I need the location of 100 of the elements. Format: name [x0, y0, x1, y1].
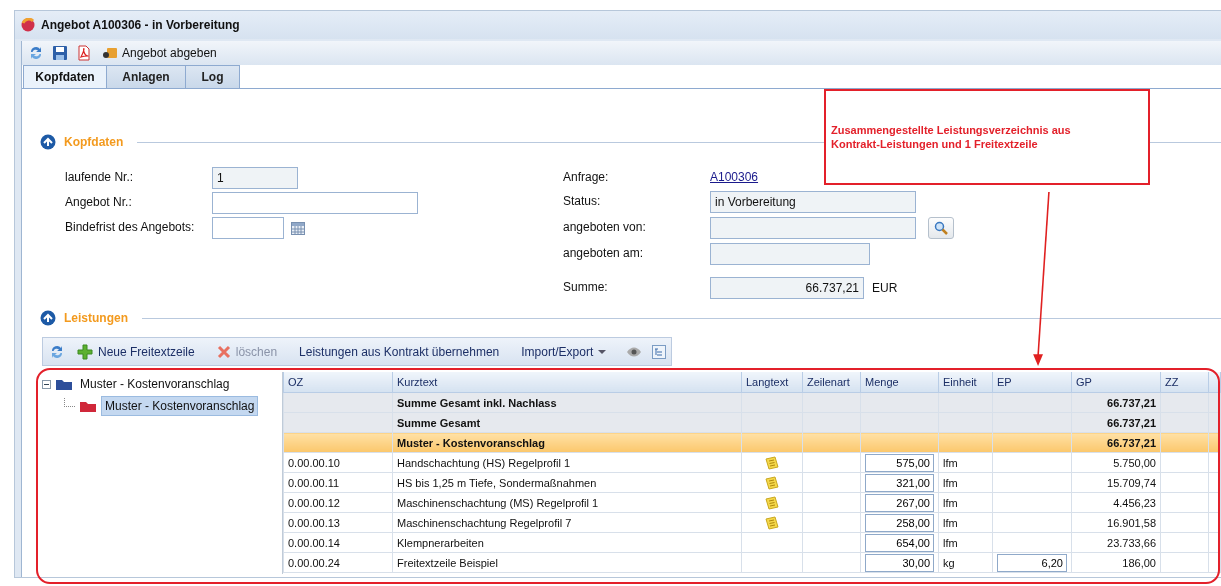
item-row[interactable]: 0.00.00.10 Handschachtung (HS) Regelprofil 1 575,00 lfm 5.750,00 [283, 452, 1221, 473]
table-cell: 23.733,66 [1107, 536, 1156, 549]
table-cell: kg [943, 556, 955, 569]
column-header[interactable]: Zeilenart [802, 372, 861, 393]
app-logo-icon [21, 18, 35, 32]
table-cell: Maschinenschachtung (MS) Regelprofil 1 [397, 496, 599, 509]
table-cell: 0.00.00.24 [288, 556, 340, 569]
input-field[interactable]: 575,00 [865, 453, 934, 472]
input-field[interactable] [212, 217, 284, 239]
table-cell: 0.00.00.10 [288, 456, 340, 469]
column-header[interactable]: Langtext [741, 372, 803, 393]
field-label: Summe: [563, 279, 609, 294]
table-cell: 186,00 [1122, 556, 1156, 569]
refresh-icon[interactable] [28, 45, 44, 61]
pdf-icon[interactable] [76, 45, 92, 61]
import-contract-button[interactable]: Leistungen aus Kontrakt übernehmen [297, 344, 502, 359]
refresh-icon[interactable] [49, 343, 65, 360]
table-cell: Muster - Kostenvoranschlag [397, 436, 545, 449]
field-label: angeboten von: [563, 219, 647, 234]
note-icon[interactable] [765, 495, 779, 510]
item-row[interactable]: 0.00.00.24 Freitextzeile Beispiel 30,00 kg 6,20 186,00 [283, 552, 1221, 573]
table-cell: 4.456,23 [1113, 496, 1156, 509]
note-icon[interactable] [765, 455, 779, 470]
table-cell: Handschachtung (HS) Regelprofil 1 [397, 456, 571, 469]
table-cell: 5.750,00 [1113, 456, 1156, 469]
table-cell: Freitextzeile Beispiel [397, 556, 498, 569]
column-header[interactable]: GP [1071, 372, 1161, 393]
column-header[interactable]: EP [992, 372, 1072, 393]
table-cell: lfm [943, 516, 958, 529]
caret-icon[interactable] [598, 348, 607, 355]
input-field[interactable]: 321,00 [865, 473, 934, 492]
column-header[interactable]: Menge [860, 372, 939, 393]
table-cell: 0.00.00.13 [288, 516, 340, 529]
request-link[interactable]: A100306 [710, 167, 759, 184]
table-cell: lfm [943, 476, 958, 489]
input-field[interactable] [710, 217, 916, 239]
input-field[interactable]: in Vorbereitung [710, 191, 916, 213]
field-label: Status: [563, 193, 602, 208]
table-cell: lfm [943, 536, 958, 549]
table-cell: lfm [943, 496, 958, 509]
field-label: Angebot Nr.: [65, 194, 133, 209]
field-label: laufende Nr.: [65, 169, 135, 184]
table-cell: Klempnerarbeiten [397, 536, 484, 549]
collapse-icon[interactable] [40, 134, 56, 150]
input-field[interactable]: 258,00 [865, 513, 934, 532]
note-icon[interactable] [765, 515, 779, 530]
input-field[interactable]: 654,00 [865, 533, 934, 552]
collapse-icon[interactable] [40, 310, 56, 326]
input-field[interactable]: 66.737,21 [710, 277, 864, 299]
column-header[interactable]: ZZ [1160, 372, 1209, 393]
input-field[interactable]: 6,20 [997, 553, 1067, 572]
item-row[interactable]: 0.00.00.14 Klempnerarbeiten 654,00 lfm 23.733,66 [283, 532, 1221, 553]
field-label: Bindefrist des Angebots: [65, 219, 196, 234]
table-cell: 0.00.00.11 [288, 476, 340, 489]
input-field[interactable]: 30,00 [865, 553, 934, 572]
collapse-icon[interactable] [42, 379, 51, 389]
field-label: Anfrage: [563, 169, 610, 184]
input-field[interactable] [212, 192, 418, 214]
note-icon[interactable] [765, 475, 779, 490]
table-cell: HS bis 1,25 m Tiefe, Sondermaßnahmen [397, 476, 597, 489]
plus-icon[interactable] [77, 343, 93, 360]
save-icon[interactable] [52, 45, 68, 61]
currency-label: EUR [872, 281, 898, 295]
submit-offer-button[interactable]: Angebot abgeben [100, 45, 219, 61]
tree-item[interactable]: Muster - Kostenvoranschlag [101, 396, 259, 416]
input-field[interactable]: 1 [212, 167, 298, 189]
input-field[interactable] [710, 243, 870, 265]
tab[interactable]: Log [185, 65, 240, 88]
tab[interactable]: Anlagen [106, 65, 186, 88]
section-title: Leistungen [64, 311, 128, 325]
column-header[interactable]: Einheit [938, 372, 993, 393]
tree-view-icon[interactable] [652, 344, 667, 359]
table-cell: 15.709,74 [1107, 476, 1156, 489]
eye-icon[interactable] [626, 345, 643, 358]
item-row[interactable]: 0.00.00.11 HS bis 1,25 m Tiefe, Sondermaßnahmen 321,00 lfm 15.709,74 [283, 472, 1221, 493]
search-icon [934, 221, 948, 235]
item-row[interactable]: 0.00.00.12 Maschinenschachtung (MS) Regelprofil 1 267,00 lfm 4.456,23 [283, 492, 1221, 513]
tree-item[interactable]: Muster - Kostenvoranschlag [77, 375, 233, 393]
calendar-icon[interactable] [291, 221, 305, 235]
total-row[interactable]: Summe Gesamt 66.737,21 [283, 412, 1221, 433]
send-icon[interactable] [102, 45, 118, 61]
group-row[interactable]: Muster - Kostenvoranschlag 66.737,21 [283, 432, 1221, 453]
total-row[interactable]: Summe Gesamt inkl. Nachlass 66.737,21 [283, 392, 1221, 413]
new-free-text-button[interactable]: Neue Freitextzeile [75, 343, 197, 360]
input-field[interactable]: 267,00 [865, 493, 934, 512]
table-cell: 0.00.00.12 [288, 496, 340, 509]
table-cell: lfm [943, 456, 958, 469]
import-export-menu[interactable]: Import/Export [519, 344, 609, 359]
table-cell: 66.737,21 [1107, 396, 1156, 409]
table-cell: 16.901,58 [1107, 516, 1156, 529]
table-cell: 66.737,21 [1107, 416, 1156, 429]
table-cell: Summe Gesamt [397, 416, 481, 429]
tab[interactable]: Kopfdaten [23, 65, 107, 88]
search-button[interactable] [928, 217, 954, 239]
table-cell: Maschinenschachtung Regelprofil 7 [397, 516, 572, 529]
column-header[interactable]: OZ [283, 372, 393, 393]
item-row[interactable]: 0.00.00.13 Maschinenschachtung Regelprofil 7 258,00 lfm 16.901,58 [283, 512, 1221, 533]
field-label: angeboten am: [563, 245, 645, 260]
column-header[interactable]: Kurztext [392, 372, 742, 393]
table-cell: 66.737,21 [1107, 436, 1156, 449]
